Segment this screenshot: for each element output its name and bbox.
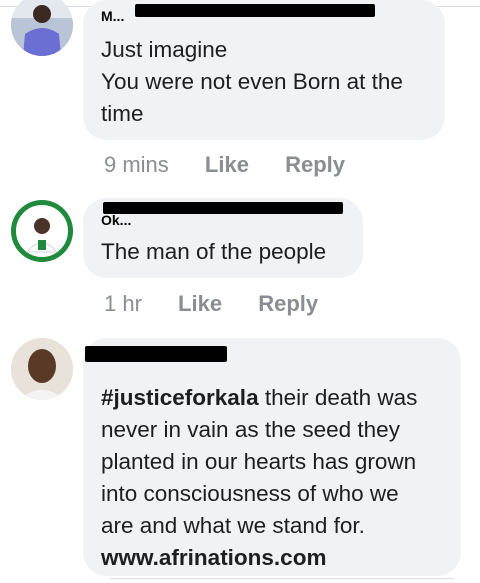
comment-text-line: are and what we stand for.	[101, 513, 365, 538]
comment-meta: 9 mins Like Reply	[104, 152, 375, 178]
avatar[interactable]	[11, 338, 73, 400]
comment-text-line: #justiceforkala their death was	[101, 382, 443, 414]
comment-timestamp[interactable]: 9 mins	[104, 152, 169, 177]
comment-text-line: time	[101, 101, 144, 126]
reply-button[interactable]: Reply	[285, 152, 345, 177]
comment-text-line: into consciousness of who we	[101, 481, 399, 506]
website-link[interactable]: www.afrinations.com	[101, 542, 443, 574]
avatar[interactable]	[11, 0, 73, 56]
avatar[interactable]	[11, 200, 73, 262]
comment-bubble: #justiceforkala their death was never in…	[83, 338, 461, 576]
comment-text: their death was	[258, 385, 418, 410]
comment-text-line: never in vain as the seed they	[101, 417, 400, 442]
comment-text-line: You were not even Born at the	[101, 69, 403, 94]
redaction-bar	[135, 4, 375, 17]
comment-author[interactable]: Ok...	[101, 212, 131, 228]
like-button[interactable]: Like	[178, 291, 222, 316]
avatar-image	[11, 200, 73, 262]
redaction-bar	[103, 202, 343, 214]
comment-meta: 1 hr Like Reply	[104, 291, 348, 317]
redaction-bar	[85, 346, 227, 362]
hashtag-link[interactable]: #justiceforkala	[101, 385, 259, 410]
comment-bubble: M... Just imagine You were not even Born…	[83, 0, 445, 140]
bottom-divider	[110, 578, 454, 579]
comment-bubble: Ok... The man of the people	[83, 198, 363, 278]
comment-text-line: planted in our hearts has grown	[101, 449, 417, 474]
avatar-image	[11, 0, 73, 56]
comment-author[interactable]: M...	[101, 8, 124, 24]
comment-timestamp[interactable]: 1 hr	[104, 291, 142, 316]
comment-text-line: Just imagine	[101, 37, 228, 62]
reply-button[interactable]: Reply	[258, 291, 318, 316]
comment-text-line: The man of the people	[101, 239, 327, 264]
avatar-image	[11, 338, 73, 400]
like-button[interactable]: Like	[205, 152, 249, 177]
